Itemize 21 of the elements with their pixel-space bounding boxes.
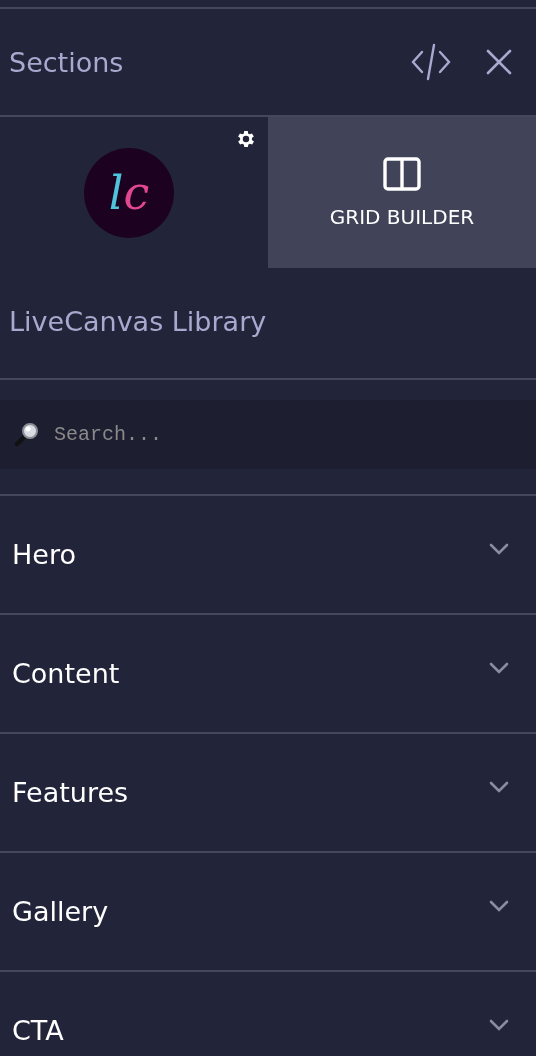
section-header[interactable]: Content bbox=[0, 615, 536, 732]
chevron-icon bbox=[489, 899, 509, 912]
close-button[interactable] bbox=[486, 49, 512, 75]
section-header[interactable]: Gallery bbox=[0, 853, 536, 970]
chevron-icon bbox=[489, 780, 509, 793]
search-field[interactable]: Search... bbox=[0, 400, 536, 469]
chevron-icon bbox=[489, 1018, 509, 1031]
panel-title: Sections bbox=[9, 46, 124, 78]
code-icon bbox=[410, 42, 452, 82]
section-header[interactable]: Features bbox=[0, 734, 536, 851]
columns-icon bbox=[383, 156, 421, 191]
grid-builder-button[interactable]: GRID BUILDER bbox=[268, 117, 536, 268]
library-title: LiveCanvas Library bbox=[8, 305, 268, 339]
close-icon bbox=[486, 49, 512, 75]
chevron-icon bbox=[489, 542, 509, 555]
chevron-icon bbox=[489, 661, 509, 674]
gear-icon bbox=[235, 128, 257, 150]
code-view-button[interactable] bbox=[410, 42, 452, 82]
logo-badge: lc bbox=[84, 147, 174, 238]
section-header[interactable]: CTA bbox=[0, 972, 536, 1056]
section-header[interactable]: Hero bbox=[0, 496, 536, 613]
